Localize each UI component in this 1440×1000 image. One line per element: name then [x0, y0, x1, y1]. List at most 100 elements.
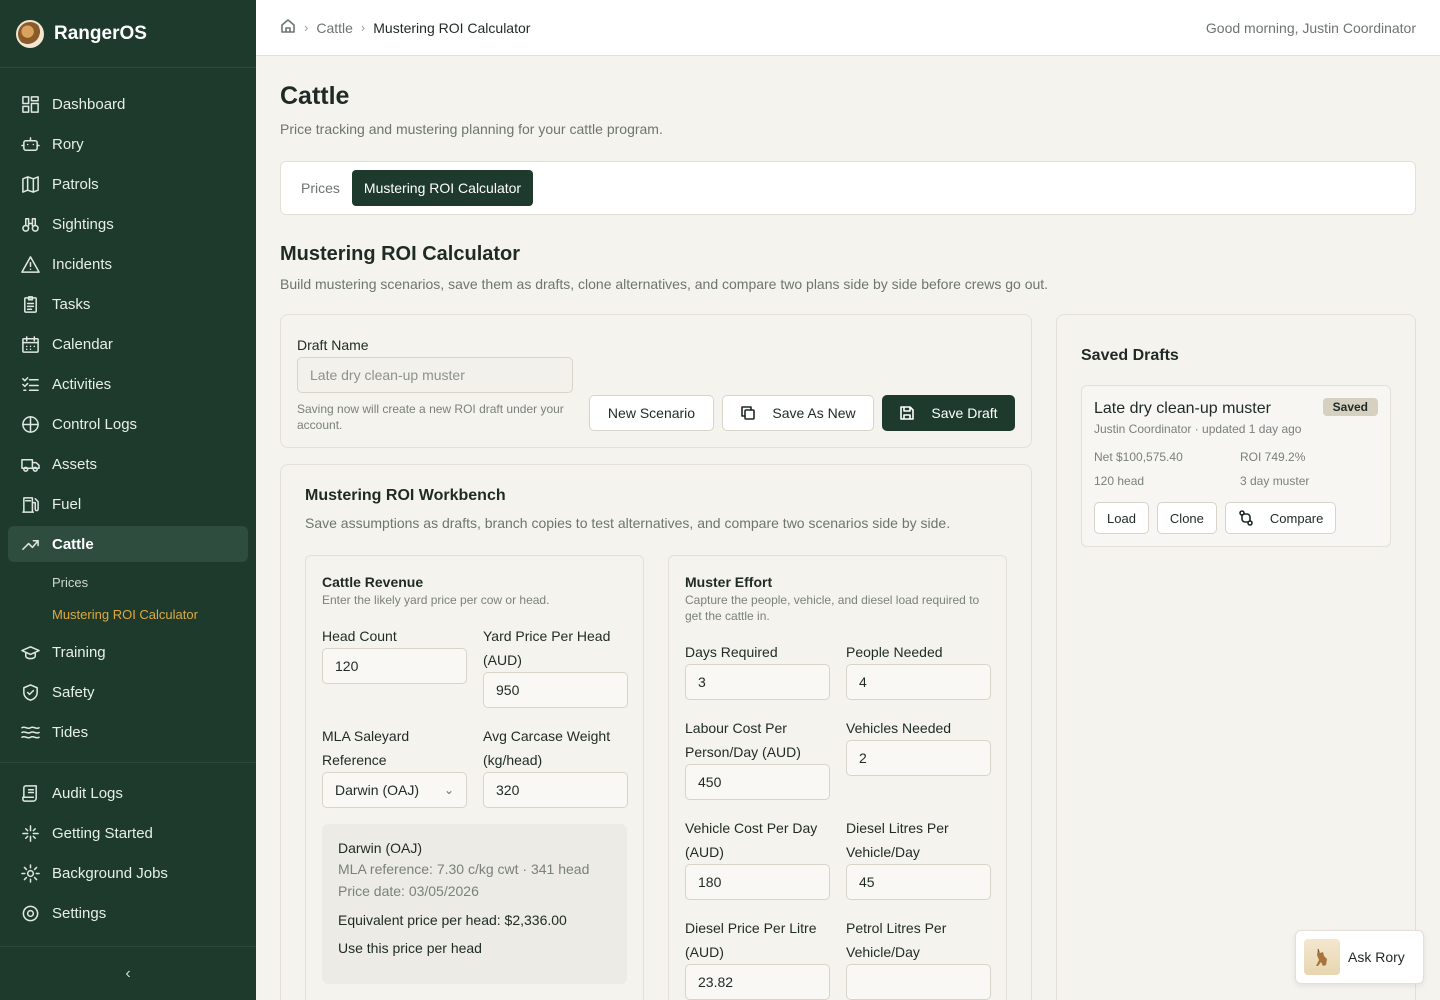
sidebar-subitem-prices[interactable]: Prices	[0, 566, 256, 598]
panel-subtitle: Capture the people, vehicle, and diesel …	[685, 593, 980, 623]
sidebar-item-getting-started[interactable]: Getting Started	[8, 815, 248, 851]
yard-price-input[interactable]: 950	[483, 672, 628, 708]
save-draft-button[interactable]: Save Draft	[882, 395, 1015, 431]
head-count-label: Head Count	[322, 628, 397, 644]
sidebar-item-fuel[interactable]: Fuel	[8, 486, 248, 522]
home-icon[interactable]	[280, 18, 296, 37]
mla-reference-detail: MLA reference: 7.30 c/kg cwt · 341 head	[338, 861, 590, 877]
vehicles-needed-label: Vehicles Needed	[846, 720, 952, 736]
use-price-link[interactable]: Use this price per head	[338, 940, 611, 956]
sidebar-nav: Dashboard Rory Patrols Sightings Inciden…	[0, 68, 256, 931]
labour-cost-input[interactable]: 450	[685, 764, 830, 800]
sidebar-item-background-jobs[interactable]: Background Jobs	[8, 855, 248, 891]
collapse-sidebar-button[interactable]: ‹	[0, 946, 256, 1000]
carcase-weight-input[interactable]: 320	[483, 772, 628, 808]
people-needed-input[interactable]: 4	[846, 664, 991, 700]
sidebar-item-audit-logs[interactable]: Audit Logs	[8, 775, 248, 811]
compare-button[interactable]: Compare	[1224, 502, 1337, 534]
sidebar-item-cattle[interactable]: Cattle	[8, 526, 248, 562]
tab-mustering-roi[interactable]: Mustering ROI Calculator	[351, 170, 534, 206]
truck-icon	[20, 454, 40, 474]
mla-saleyard-select[interactable]: Darwin (OAJ) ⌄	[322, 772, 467, 808]
sidebar-item-label: Rory	[52, 135, 84, 153]
petrol-litres-input[interactable]	[846, 964, 991, 1000]
sidebar-item-assets[interactable]: Assets	[8, 446, 248, 482]
roi-workbench: Mustering ROI Workbench Save assumptions…	[280, 464, 1032, 1000]
main-content: Cattle Price tracking and mustering plan…	[256, 56, 1440, 1000]
mla-saleyard-value: Darwin (OAJ)	[335, 782, 420, 798]
breadcrumb-current: Mustering ROI Calculator	[373, 19, 531, 36]
panel-subtitle: Enter the likely yard price per cow or h…	[322, 593, 550, 607]
sidebar-item-patrols[interactable]: Patrols	[8, 166, 248, 202]
brand[interactable]: RangerOS	[0, 0, 256, 68]
trend-icon	[20, 534, 40, 554]
sidebar-item-label: Getting Started	[52, 824, 153, 842]
tab-prices[interactable]: Prices	[289, 170, 352, 206]
sidebar-item-dashboard[interactable]: Dashboard	[8, 86, 248, 122]
muster-effort-panel: Muster Effort Capture the people, vehicl…	[668, 555, 1007, 1000]
calendar-icon	[20, 334, 40, 354]
sidebar-item-label: Sightings	[52, 215, 114, 233]
topbar: › Cattle › Mustering ROI Calculator Good…	[256, 0, 1440, 56]
saved-draft-duration: 3 day muster	[1240, 474, 1310, 488]
section-title: Mustering ROI Calculator	[280, 243, 521, 265]
carcase-weight-label: Avg Carcase Weight (kg/head)	[483, 728, 611, 768]
saved-drafts-panel: Saved Drafts Saved Late dry clean-up mus…	[1056, 314, 1416, 1000]
status-badge: Saved	[1322, 398, 1378, 416]
sidebar-item-control-logs[interactable]: Control Logs	[8, 406, 248, 442]
saved-draft-meta: Justin Coordinator · updated 1 day ago	[1094, 422, 1302, 436]
sidebar-item-safety[interactable]: Safety	[8, 674, 248, 710]
sidebar-item-calendar[interactable]: Calendar	[8, 326, 248, 362]
mla-saleyard-field: MLA Saleyard Reference Darwin (OAJ) ⌄	[322, 724, 467, 808]
sidebar-item-label: Training	[52, 643, 106, 661]
cattle-revenue-panel: Cattle Revenue Enter the likely yard pri…	[305, 555, 644, 1000]
days-required-input[interactable]: 3	[685, 664, 830, 700]
gear-icon	[20, 863, 40, 883]
page-subtitle: Price tracking and mustering planning fo…	[280, 121, 663, 137]
diesel-price-input[interactable]: 23.82	[685, 964, 830, 1000]
draft-name-label: Draft Name	[297, 337, 369, 353]
mla-reference-box: Darwin (OAJ) MLA reference: 7.30 c/kg cw…	[322, 824, 627, 984]
sidebar-item-label: Audit Logs	[52, 784, 123, 802]
vehicle-cost-input[interactable]: 180	[685, 864, 830, 900]
sidebar-item-label: Background Jobs	[52, 864, 168, 882]
draft-card: Draft Name Late dry clean-up muster Savi…	[280, 314, 1032, 448]
vehicles-needed-field: Vehicles Needed 2	[846, 716, 991, 776]
scroll-icon	[20, 783, 40, 803]
people-needed-label: People Needed	[846, 644, 943, 660]
draft-name-input[interactable]: Late dry clean-up muster	[297, 357, 573, 393]
load-button[interactable]: Load	[1094, 502, 1149, 534]
sidebar-item-label: Settings	[52, 904, 107, 922]
sidebar-item-rory[interactable]: Rory	[8, 126, 248, 162]
draft-hint: Saving now will create a new ROI draft u…	[297, 402, 564, 432]
equivalent-price: Equivalent price per head: $2,336.00	[338, 912, 567, 928]
ask-rory-label: Ask Rory	[1348, 949, 1405, 965]
rory-avatar	[1304, 939, 1340, 975]
sidebar-item-incidents[interactable]: Incidents	[8, 246, 248, 282]
yard-price-field: Yard Price Per Head (AUD) 950	[483, 624, 628, 708]
diesel-litres-input[interactable]: 45	[846, 864, 991, 900]
sidebar-item-label: Incidents	[52, 255, 113, 273]
breadcrumb-cattle[interactable]: Cattle	[316, 20, 353, 36]
sidebar-item-label: Safety	[52, 683, 95, 701]
sidebar-item-settings[interactable]: Settings	[8, 895, 248, 931]
sidebar-item-tasks[interactable]: Tasks	[8, 286, 248, 322]
vehicles-needed-input[interactable]: 2	[846, 740, 991, 776]
head-count-input[interactable]: 120	[322, 648, 467, 684]
new-scenario-button[interactable]: New Scenario	[589, 395, 714, 431]
head-count-field: Head Count 120	[322, 624, 467, 684]
kangaroo-icon	[1316, 948, 1327, 966]
sidebar-item-activities[interactable]: Activities	[8, 366, 248, 402]
sidebar-item-tides[interactable]: Tides	[8, 714, 248, 750]
sidebar-subitem-mustering-roi[interactable]: Mustering ROI Calculator	[0, 598, 256, 630]
breadcrumb: › Cattle › Mustering ROI Calculator	[280, 18, 530, 37]
robot-icon	[20, 134, 40, 154]
sidebar: RangerOS Dashboard Rory Patrols Sighting…	[0, 0, 256, 1000]
sidebar-item-sightings[interactable]: Sightings	[8, 206, 248, 242]
save-as-new-button[interactable]: Save As New	[722, 395, 874, 431]
sidebar-item-training[interactable]: Training	[8, 634, 248, 670]
clone-button[interactable]: Clone	[1156, 502, 1217, 534]
sidebar-item-label: Fuel	[52, 495, 82, 513]
chevron-right-icon: ›	[360, 20, 366, 35]
ask-rory-button[interactable]: Ask Rory	[1295, 930, 1424, 984]
